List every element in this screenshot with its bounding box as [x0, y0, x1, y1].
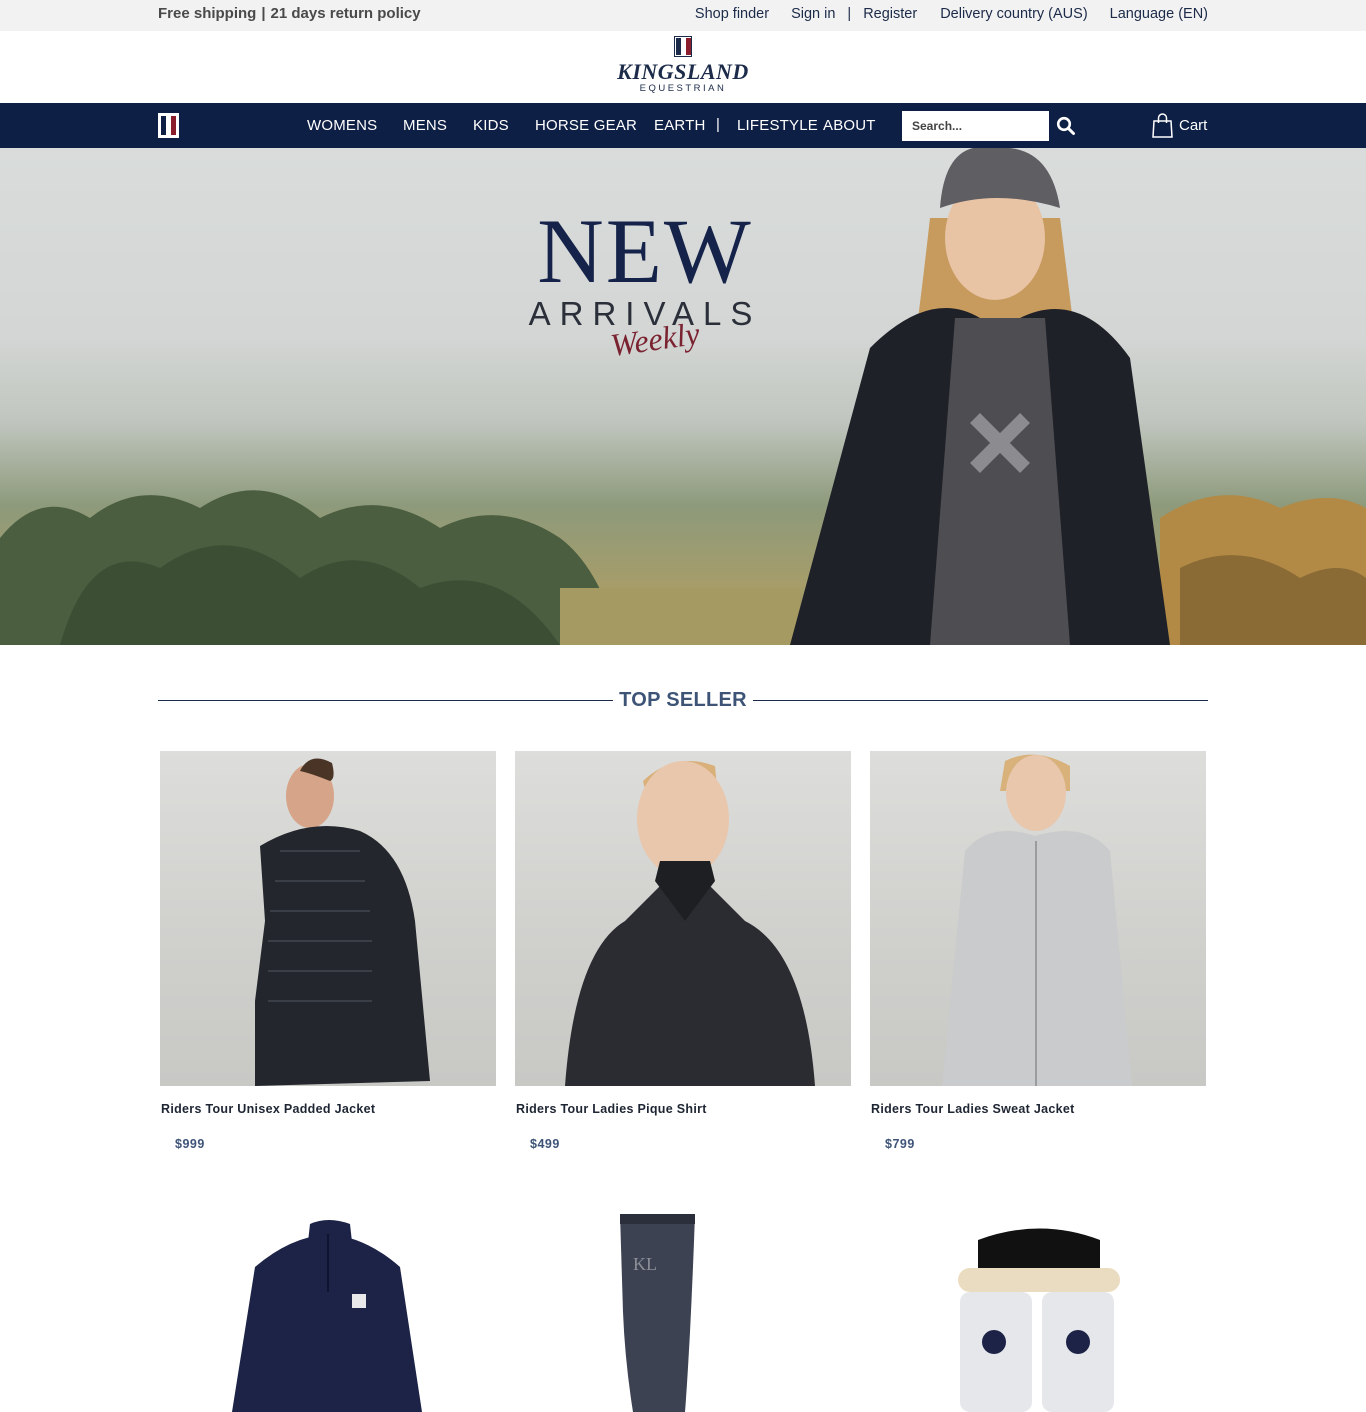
brand-subtitle: EQUESTRIAN	[639, 83, 727, 94]
product-price: $999	[175, 1137, 205, 1151]
search-icon[interactable]	[1056, 116, 1076, 136]
section-title: TOP SELLER	[619, 689, 747, 711]
navy-half-zip-shirt-icon	[232, 1220, 422, 1412]
promo-returns: 21 days return policy	[270, 5, 421, 22]
promo-shipping: Free shipping	[158, 5, 257, 22]
search-input[interactable]	[902, 111, 1049, 141]
shop-finder-link[interactable]: Shop finder	[695, 6, 769, 22]
riding-sock-icon: KL	[620, 1214, 695, 1412]
divider-line	[753, 700, 1208, 701]
nav-horse-gear[interactable]: HORSE GEAR	[535, 117, 637, 134]
product-name[interactable]: Riders Tour Ladies Sweat Jacket	[871, 1102, 1075, 1116]
brand-logo[interactable]: KINGSLAND EQUESTRIAN	[600, 36, 766, 100]
nav-mens[interactable]: MENS	[403, 117, 447, 134]
hero-headline: NEW ARRIVALS Weekly	[515, 200, 775, 363]
nav-about[interactable]: ABOUT	[823, 117, 876, 134]
promo-text: Free shipping | 21 days return policy	[158, 5, 421, 22]
language-selector[interactable]: Language (EN)	[1110, 6, 1208, 22]
divider-line	[158, 700, 613, 701]
nav-womens[interactable]: WOMENS	[307, 117, 377, 134]
nav-lifestyle[interactable]: LIFESTYLE	[737, 117, 818, 134]
nav-kids[interactable]: KIDS	[473, 117, 509, 134]
product-image[interactable]	[160, 751, 496, 1086]
shopping-bag-icon	[1152, 113, 1173, 138]
logo-header: KINGSLAND EQUESTRIAN	[0, 31, 1366, 103]
delivery-country-selector[interactable]: Delivery country (AUS)	[940, 6, 1087, 22]
top-seller-heading: TOP SELLER	[158, 688, 1208, 714]
sweat-jacket-icon	[942, 754, 1132, 1086]
fetlock-boots-icon	[958, 1228, 1120, 1412]
padded-jacket-icon	[255, 758, 430, 1086]
product-image[interactable]	[515, 751, 851, 1086]
product-image[interactable]	[870, 751, 1206, 1086]
crest-icon	[674, 36, 692, 57]
product-price: $799	[885, 1137, 915, 1151]
brand-name: KINGSLAND	[617, 59, 749, 84]
hero-new-text: NEW	[537, 200, 753, 302]
model-photo	[790, 148, 1170, 645]
nav-earth[interactable]: EARTH	[654, 117, 706, 134]
product-card[interactable]: KL	[515, 1212, 851, 1412]
product-card[interactable]	[160, 1212, 496, 1412]
cart-label: Cart	[1179, 117, 1208, 134]
utility-divider: |	[847, 6, 852, 22]
utility-bar: Free shipping | 21 days return policy Shop…	[0, 0, 1366, 31]
main-nav: WOMENS MENS KIDS HORSE GEAR EARTH | LIFE…	[0, 103, 1366, 148]
product-card[interactable]	[870, 1212, 1206, 1412]
sign-in-link[interactable]: Sign in	[791, 6, 835, 22]
pique-shirt-icon	[565, 761, 815, 1086]
product-name[interactable]: Riders Tour Unisex Padded Jacket	[161, 1102, 375, 1116]
nav-divider: |	[716, 116, 720, 133]
promo-separator: |	[261, 5, 266, 22]
product-card[interactable]: Riders Tour Unisex Padded Jacket $999	[160, 751, 496, 1151]
register-link[interactable]: Register	[863, 6, 917, 22]
svg-text:KL: KL	[633, 1254, 657, 1274]
product-price: $499	[530, 1137, 560, 1151]
utility-links: Shop finder Sign in | Register Delivery …	[695, 6, 1208, 22]
product-name[interactable]: Riders Tour Ladies Pique Shirt	[516, 1102, 707, 1116]
product-card[interactable]: Riders Tour Ladies Pique Shirt $499	[515, 751, 851, 1151]
nav-crest-icon[interactable]	[158, 113, 179, 138]
cart-button[interactable]: Cart	[1152, 113, 1207, 138]
product-card[interactable]: Riders Tour Ladies Sweat Jacket $799	[870, 751, 1206, 1151]
hero-banner[interactable]: NEW ARRIVALS Weekly	[0, 148, 1366, 645]
